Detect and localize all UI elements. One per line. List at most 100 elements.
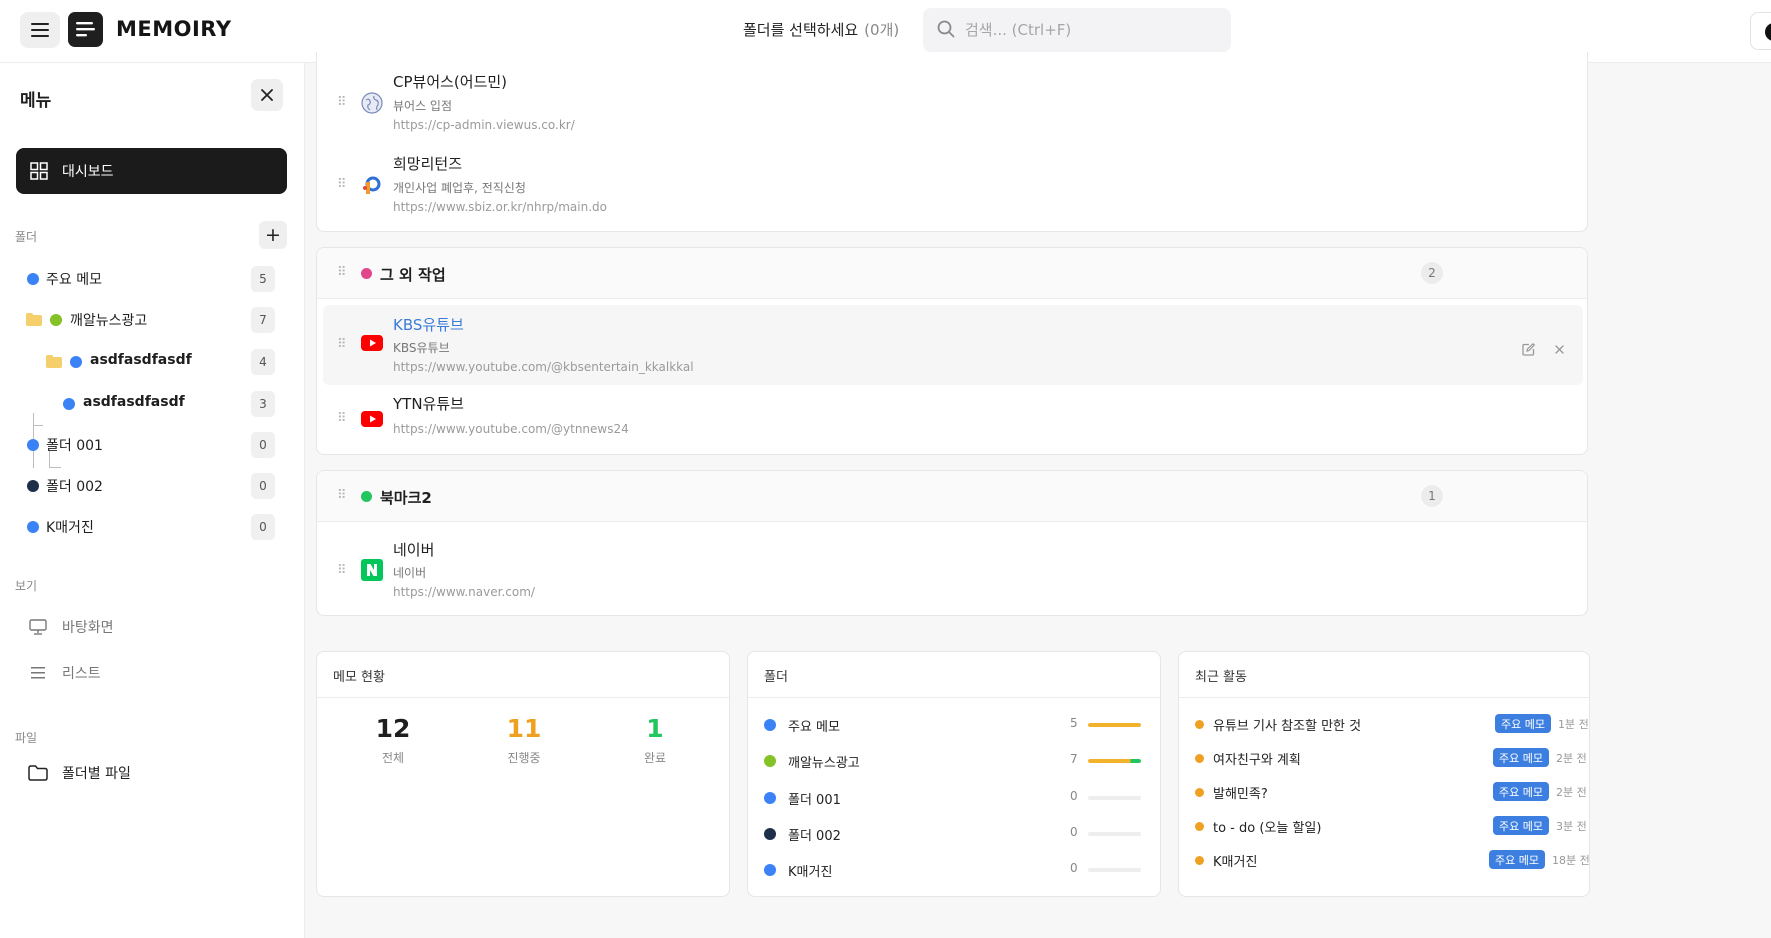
bookmark-url[interactable]: https://www.naver.com/	[393, 585, 535, 599]
bookmark-item[interactable]: ⠿ YTN유튜브 https://www.youtube.com/@ytnnew…	[317, 385, 1587, 451]
drag-handle-icon[interactable]: ⠿	[337, 95, 346, 110]
divider	[1179, 697, 1589, 698]
bookmark-url[interactable]: https://www.sbiz.or.kr/nhrp/main.do	[393, 200, 607, 214]
bookmark-item[interactable]: ⠿ CP뷰어스(어드민) 뷰어스 입점 https://cp-admin.vie…	[317, 62, 1587, 144]
folder-color-dot	[50, 314, 62, 326]
folder-stat-row[interactable]: 폴더 002 0	[764, 822, 1144, 846]
folder-progress-bar	[1088, 796, 1141, 800]
folder-stat-row[interactable]: 깨알뉴스광고 7	[764, 749, 1144, 773]
activity-item[interactable]: 발해민족? 주요 메모 2분 전	[1195, 780, 1587, 804]
bookmark-title[interactable]: 희망리턴즈	[393, 153, 462, 174]
bookmark-url[interactable]: https://cp-admin.viewus.co.kr/	[393, 118, 575, 132]
folder-stat-row[interactable]: K매거진 0	[764, 858, 1144, 882]
panel-title: 메모 현황	[333, 670, 385, 685]
delete-bookmark-button[interactable]	[1549, 339, 1569, 359]
folder-count-badge: 0	[251, 514, 275, 540]
add-folder-button[interactable]: +	[259, 221, 287, 249]
activity-item[interactable]: 여자친구와 계획 주요 메모 2분 전	[1195, 746, 1587, 770]
view-list-item[interactable]: 리스트	[26, 658, 276, 688]
view-desktop-item[interactable]: 바탕화면	[26, 612, 276, 642]
folder-stat-row[interactable]: 주요 메모 5	[764, 713, 1144, 737]
bookmark-description: 뷰어스 입점	[393, 99, 453, 113]
folder-name: 폴더 002	[46, 479, 103, 495]
youtube-icon	[361, 335, 383, 351]
bookmark-item[interactable]: ⠿ KBS유튜브 KBS유튜브 https://www.youtube.com/…	[323, 305, 1583, 385]
drag-handle-icon[interactable]: ⠿	[337, 265, 346, 280]
folder-color-dot	[27, 521, 39, 533]
group-header[interactable]: ⠿ 그 외 작업 2	[317, 248, 1587, 299]
bookmark-group: ⠿ CP뷰어스(어드민) 뷰어스 입점 https://cp-admin.vie…	[316, 52, 1588, 232]
folder-color-dot	[764, 719, 776, 731]
bookmark-description: KBS유튜브	[393, 341, 450, 355]
close-sidebar-button[interactable]	[251, 79, 283, 111]
bookmark-url[interactable]: https://www.youtube.com/@kbsentertain_kk…	[393, 360, 694, 374]
bookmark-item[interactable]: ⠿ 희망리턴즈 개인사업 폐업후, 전직신청 https://www.sbiz.…	[317, 144, 1587, 226]
folder-progress-bar	[1088, 832, 1141, 836]
sidebar-folder-item[interactable]: 폴더 001 0	[0, 429, 305, 461]
bookmark-item[interactable]: ⠿ 네이버 네이버 https://www.naver.com/	[317, 527, 1587, 611]
folder-name: 깨알뉴스광고	[70, 313, 148, 329]
dashboard-button[interactable]: 대시보드	[16, 148, 287, 194]
sidebar-folder-item[interactable]: 주요 메모 5	[0, 263, 305, 295]
folder-stat-count: 0	[1070, 789, 1078, 803]
activity-item[interactable]: 유튜브 기사 참조할 만한 것 주요 메모 1분 전	[1195, 712, 1589, 736]
view-section-label: 보기	[15, 579, 38, 593]
app-name[interactable]: MEMOIRY	[116, 17, 232, 41]
stat-total: 12 전체	[348, 714, 438, 766]
folder-selector-count: (0개)	[864, 21, 900, 39]
sidebar-title: 메뉴	[20, 91, 52, 111]
folder-name: asdfasdfasdf	[90, 352, 192, 368]
folder-stat-name: 주요 메모	[788, 720, 840, 735]
theme-icon	[1765, 23, 1771, 41]
sidebar-folder-item[interactable]: asdfasdfasdf 3	[0, 388, 305, 420]
divider	[317, 697, 729, 698]
folder-color-dot	[63, 398, 75, 410]
folder-selector-label: 폴더를 선택하세요	[743, 21, 859, 39]
group-header[interactable]: ⠿ 북마크2 1	[317, 471, 1587, 522]
bookmark-url[interactable]: https://www.youtube.com/@ytnnews24	[393, 422, 629, 436]
drag-handle-icon[interactable]: ⠿	[337, 563, 346, 578]
bookmark-title[interactable]: KBS유튜브	[393, 314, 464, 335]
folder-name: 주요 메모	[46, 272, 102, 288]
sbiz-logo-icon	[363, 176, 381, 194]
stat-in-progress: 11 진행중	[479, 714, 569, 766]
folder-name: 폴더 001	[46, 438, 103, 454]
sidebar-folder-item[interactable]: K매거진 0	[0, 511, 305, 543]
sidebar-folder-item[interactable]: asdfasdfasdf 4	[0, 346, 305, 378]
files-by-folder-item[interactable]: 폴더별 파일	[26, 763, 131, 783]
divider	[748, 697, 1160, 698]
view-label: 바탕화면	[62, 620, 114, 636]
theme-toggle-button[interactable]	[1750, 12, 1771, 50]
drag-handle-icon[interactable]: ⠿	[337, 411, 346, 426]
drag-handle-icon[interactable]: ⠿	[337, 337, 346, 352]
folder-stat-name: 폴더 001	[788, 793, 841, 808]
hamburger-menu-button[interactable]	[20, 12, 60, 48]
folder-stat-name: 깨알뉴스광고	[788, 756, 860, 771]
folder-icon	[26, 765, 50, 781]
folder-selector[interactable]: 폴더를 선택하세요 (0개)	[743, 19, 899, 40]
bookmark-title[interactable]: YTN유튜브	[393, 393, 464, 414]
sidebar-folder-item[interactable]: 깨알뉴스광고 7	[0, 304, 305, 336]
logo-icon[interactable]	[68, 12, 103, 47]
drag-handle-icon[interactable]: ⠿	[337, 488, 346, 503]
activity-item[interactable]: K매거진 주요 메모 18분 전	[1195, 848, 1590, 872]
drag-handle-icon[interactable]: ⠿	[337, 177, 346, 192]
folder-color-dot	[764, 828, 776, 840]
activity-name: 발해민족?	[1213, 787, 1268, 802]
group-count-badge: 1	[1421, 485, 1443, 507]
edit-bookmark-button[interactable]	[1518, 339, 1538, 359]
activity-item[interactable]: to - do (오늘 할일) 주요 메모 3분 전	[1195, 814, 1587, 838]
folder-stat-row[interactable]: 폴더 001 0	[764, 786, 1144, 810]
group-name: 그 외 작업	[380, 266, 446, 284]
folder-count-badge: 0	[251, 432, 275, 458]
folder-count-badge: 0	[251, 473, 275, 499]
close-icon	[1554, 344, 1564, 354]
search-input[interactable]	[965, 8, 1215, 52]
search-box[interactable]	[923, 8, 1231, 52]
bookmark-title[interactable]: CP뷰어스(어드민)	[393, 71, 507, 92]
files-section-label: 파일	[15, 731, 38, 745]
sidebar-folder-item[interactable]: 폴더 002 0	[0, 470, 305, 502]
folder-progress-bar	[1088, 723, 1141, 727]
dashboard-label: 대시보드	[62, 164, 114, 180]
bookmark-title[interactable]: 네이버	[393, 539, 434, 560]
